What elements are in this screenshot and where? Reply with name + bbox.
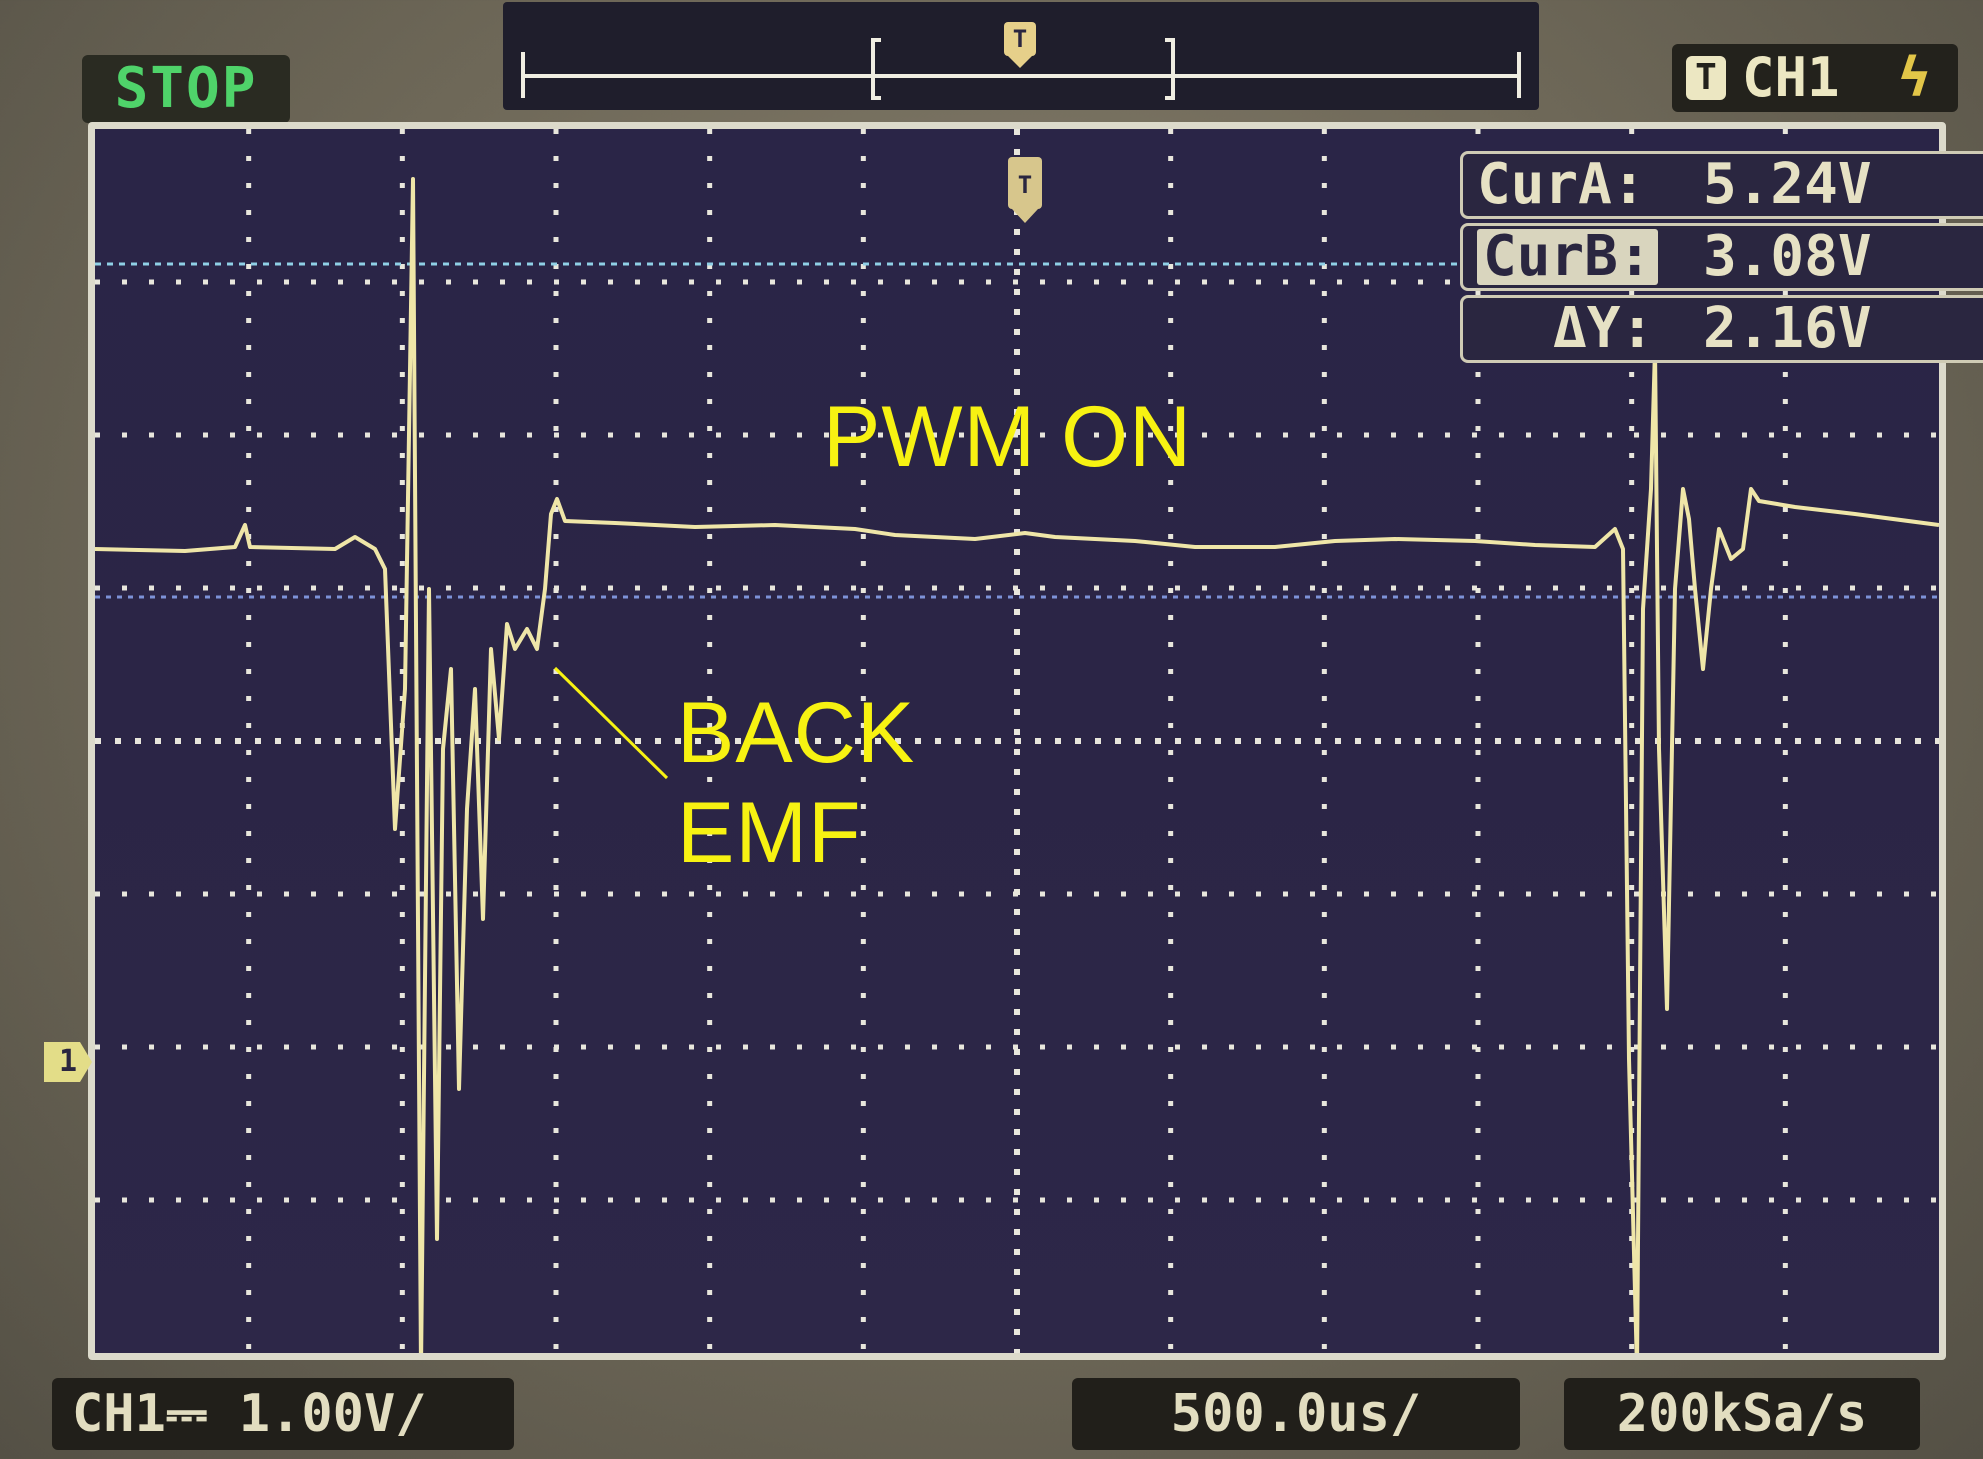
trigger-position-marker: T [1004,22,1036,68]
ch1-ground-marker: 1 [44,1042,92,1082]
run-status-badge: STOP [82,55,290,123]
back-emf-annotation-line1: BACK [677,685,916,781]
trigger-channel-indicator: T CH1 ϟ [1672,44,1958,112]
sample-rate-readout: 200kSa/s [1564,1378,1920,1450]
cursor-a-value: 5.24V [1703,152,1872,217]
back-emf-annotation-line2: EMF [677,785,862,881]
cursor-a-label: CurA: [1477,152,1646,217]
back-emf-pointer-line [553,666,669,780]
cursor-b-value: 3.08V [1703,224,1872,289]
delta-y-label: ΔY: [1553,296,1655,361]
svg-text:T: T [1013,25,1027,53]
waveform-screen: T CurA: 5.24V CurB: 3.08V ΔY: 2.16V PWM … [88,122,1983,1360]
timebar-graphic: T [521,22,1521,100]
cursor-readout-panel: CurA: 5.24V CurB: 3.08V ΔY: 2.16V [1450,151,1983,481]
rising-edge-icon: ϟ [1898,46,1931,109]
trigger-level-marker: T [1008,157,1042,223]
delta-y-value: 2.16V [1703,296,1872,361]
svg-text:T: T [1018,171,1032,199]
ch1-scale-readout: CH1⎓ 1.00V/ [52,1378,514,1450]
cursor-b-readout: CurB: 3.08V [1460,223,1983,291]
cursor-b-label: CurB: [1477,229,1658,285]
timebase-readout: 500.0us/ [1072,1378,1520,1450]
delta-y-readout: ΔY: 2.16V [1460,295,1983,363]
pwm-on-annotation: PWM ON [823,389,1193,485]
memory-timebar: T [503,2,1539,110]
cursor-a-readout: CurA: 5.24V [1460,151,1983,219]
trigger-channel-label: CH1 [1742,46,1840,109]
trigger-badge: T [1686,56,1726,100]
